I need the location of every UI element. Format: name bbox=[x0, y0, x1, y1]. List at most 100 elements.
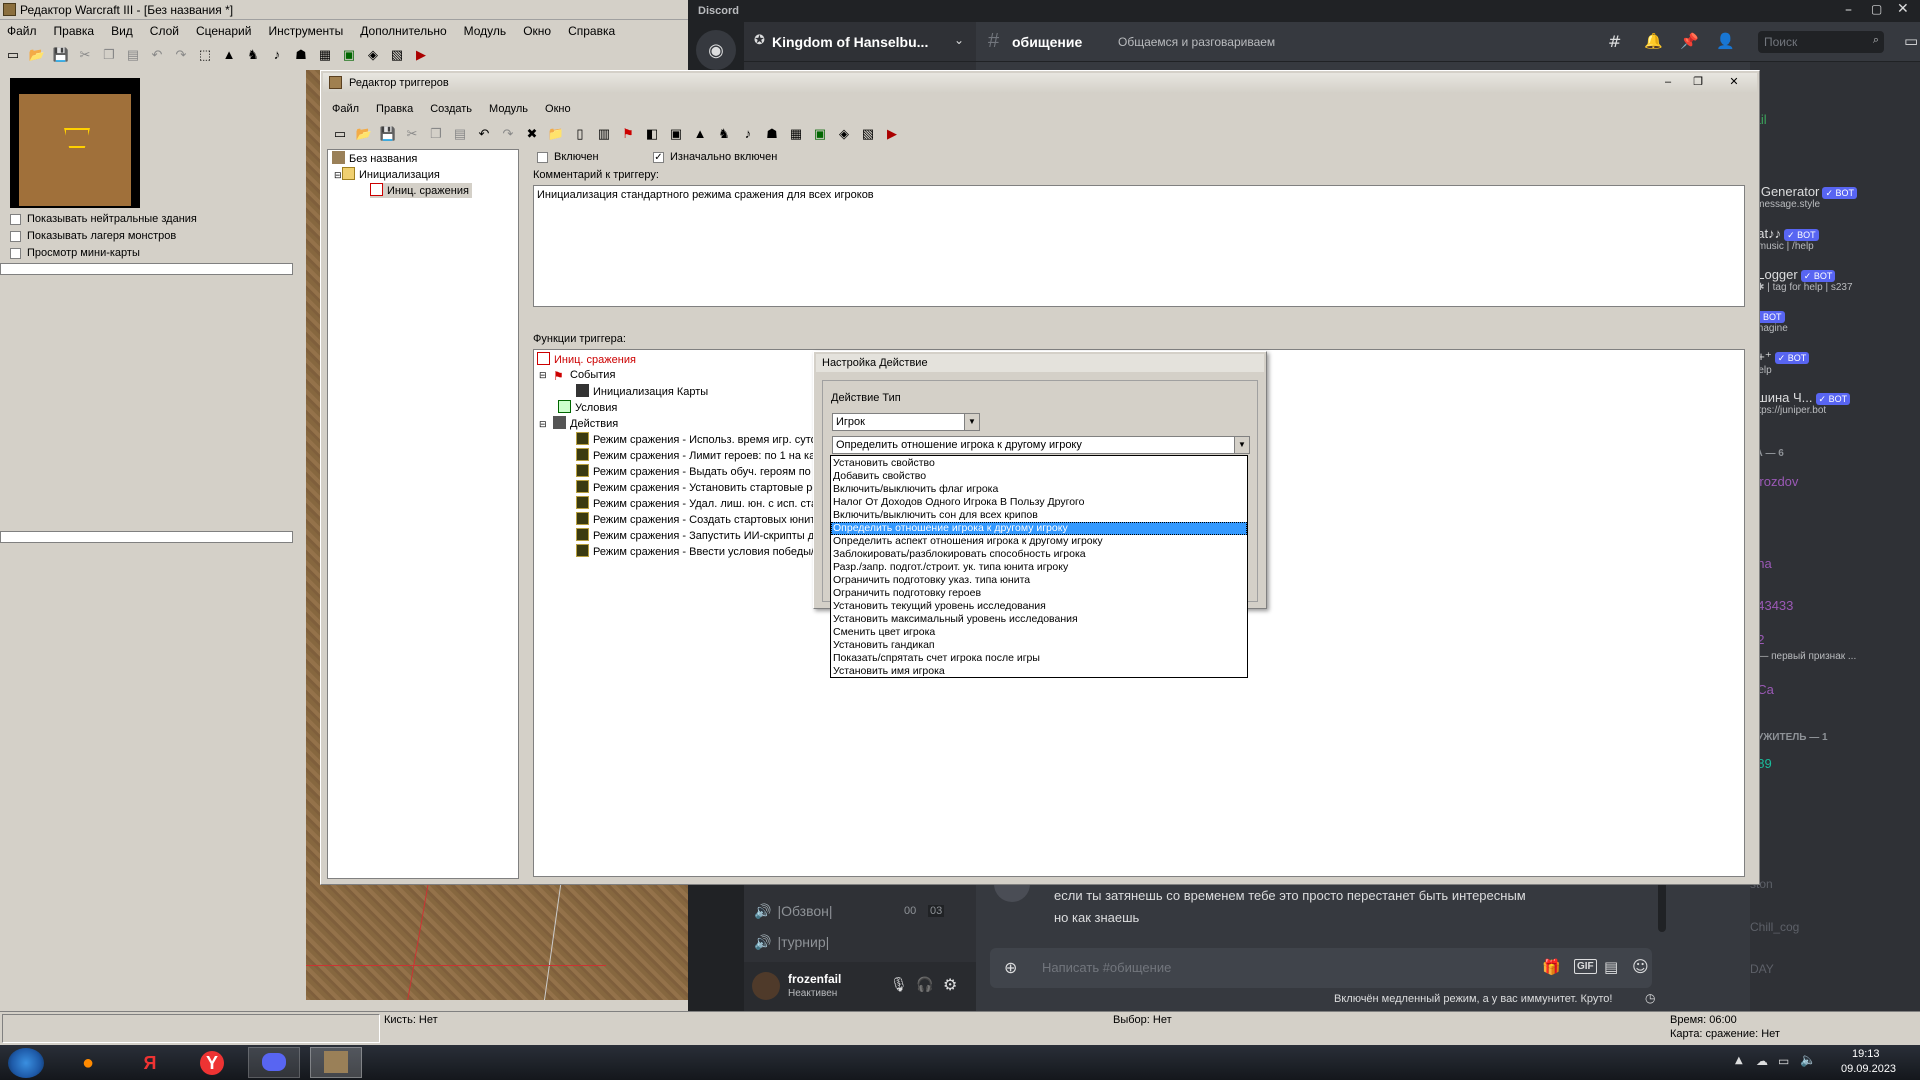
func-trigger-name[interactable]: Иниц. сражения bbox=[537, 352, 636, 367]
new-category-icon[interactable]: 📁 bbox=[545, 123, 567, 145]
discord-taskbar-icon[interactable] bbox=[248, 1047, 300, 1078]
action-dropdown-list[interactable]: Установить свойство Добавить свойство Вклю… bbox=[830, 455, 1248, 678]
dropdown-option[interactable]: Разр./запр. подгот./строит. ук. типа юни… bbox=[831, 561, 1247, 574]
member-item[interactable]: Chill_cog bbox=[1750, 920, 1920, 934]
terrain-icon[interactable]: ▲ bbox=[689, 123, 711, 145]
dropdown-option[interactable]: Определить аспект отношения игрока к дру… bbox=[831, 535, 1247, 548]
start-button[interactable] bbox=[8, 1048, 44, 1078]
new-icon[interactable]: ▭ bbox=[329, 123, 351, 145]
members-icon[interactable]: 👤 bbox=[1716, 32, 1735, 50]
func-conditions[interactable]: Условия bbox=[558, 400, 617, 415]
wc-menu-scenario[interactable]: Сценарий bbox=[196, 24, 251, 38]
voice-channel[interactable]: 🔊 |турнир| bbox=[754, 934, 964, 958]
category-select[interactable]: Игрок ▼ bbox=[832, 413, 980, 431]
dropdown-option[interactable]: Заблокировать/разблокировать способность… bbox=[831, 548, 1247, 561]
trigger-icon[interactable]: ▧ bbox=[386, 44, 408, 66]
sound-icon[interactable]: ♪ bbox=[737, 123, 759, 145]
redo-icon[interactable]: ↷ bbox=[497, 123, 519, 145]
wc-menu-layer[interactable]: Слой bbox=[150, 24, 179, 38]
object-icon[interactable]: ▦ bbox=[314, 44, 336, 66]
member-item[interactable]: 189 bbox=[1750, 756, 1920, 771]
headphones-icon[interactable]: 🎧 bbox=[916, 977, 933, 993]
dropdown-option[interactable]: Сменить цвет игрока bbox=[831, 626, 1247, 639]
tray-network-icon[interactable]: ▭ bbox=[1778, 1054, 1789, 1068]
wc-menu-file[interactable]: Файл bbox=[7, 24, 37, 38]
unit-icon[interactable]: ♞ bbox=[713, 123, 735, 145]
dropdown-option[interactable]: Налог От Доходов Одного Игрока В Пользу … bbox=[831, 496, 1247, 509]
campaign-icon[interactable]: ◈ bbox=[362, 44, 384, 66]
close-button[interactable]: ✕ bbox=[1723, 75, 1745, 91]
import-icon[interactable]: ▣ bbox=[809, 123, 831, 145]
wc-menu-window[interactable]: Окно bbox=[523, 24, 551, 38]
member-item[interactable]: d Generator ✓ BOT r message.style bbox=[1750, 184, 1920, 210]
trigger-icon[interactable]: ▧ bbox=[857, 123, 879, 145]
emoji-icon[interactable]: ☺ bbox=[1632, 957, 1649, 976]
member-item[interactable]: aha bbox=[1750, 556, 1920, 571]
restore-button[interactable]: ❐ bbox=[1687, 75, 1709, 91]
wc-menu-tools[interactable]: Инструменты bbox=[268, 24, 343, 38]
minimap[interactable] bbox=[10, 78, 140, 208]
menu-new[interactable]: Создать bbox=[430, 103, 472, 115]
chevron-down-icon[interactable]: ▼ bbox=[1234, 437, 1249, 453]
cut-icon[interactable]: ✂ bbox=[74, 44, 96, 66]
wc-menu-edit[interactable]: Правка bbox=[54, 24, 95, 38]
mic-icon[interactable]: 🎙 bbox=[890, 977, 908, 993]
test-map-icon[interactable]: ▶ bbox=[410, 44, 432, 66]
delete-icon[interactable]: ✖ bbox=[521, 123, 543, 145]
server-header[interactable]: ✪ Kingdom of Hanselbu... ⌄ bbox=[744, 22, 976, 62]
chevron-down-icon[interactable]: ▼ bbox=[964, 414, 979, 430]
tree-folder[interactable]: ⊟ Инициализация bbox=[334, 167, 440, 182]
member-item[interactable]: fail bbox=[1750, 112, 1920, 127]
unit-icon[interactable]: ♞ bbox=[242, 44, 264, 66]
inbox-icon[interactable]: ▭ bbox=[1904, 32, 1918, 50]
firefox-icon[interactable]: ● bbox=[62, 1050, 114, 1076]
trigger-tree[interactable]: Без названия ⊟ Инициализация Иниц. сражен… bbox=[327, 149, 519, 879]
member-item[interactable]: йшина Ч... ✓ BOT https://juniper.bot bbox=[1750, 390, 1920, 416]
dropdown-option[interactable]: Ограничить подготовку указ. типа юнита bbox=[831, 574, 1247, 587]
initially-on-checkbox[interactable]: ✓ Изначально включен bbox=[653, 151, 777, 163]
sound-icon[interactable]: ♪ bbox=[266, 44, 288, 66]
dropdown-option[interactable]: Ограничить подготовку героев bbox=[831, 587, 1247, 600]
show-neutral-checkbox[interactable]: Показывать нейтральные здания bbox=[10, 211, 197, 228]
new-condition-icon[interactable]: ◧ bbox=[641, 123, 663, 145]
pin-icon[interactable]: 📌 bbox=[1680, 32, 1699, 50]
wc-menu-view[interactable]: Вид bbox=[111, 24, 133, 38]
new-icon[interactable]: ▭ bbox=[2, 44, 24, 66]
action-item[interactable]: Режим сражения - Создать стартовых юнито… bbox=[576, 512, 827, 527]
enabled-checkbox[interactable]: Включен bbox=[537, 151, 599, 163]
ai-icon[interactable]: ☗ bbox=[761, 123, 783, 145]
dropdown-option[interactable]: Установить текущий уровень исследования bbox=[831, 600, 1247, 613]
dropdown-option[interactable]: Добавить свойство bbox=[831, 470, 1247, 483]
tree-root[interactable]: Без названия bbox=[332, 151, 417, 166]
func-events[interactable]: ⊟ ⚑ События bbox=[539, 368, 615, 383]
member-item[interactable]: _Logger ✓ BOT r ✱ | tag for help | s237 bbox=[1750, 267, 1920, 293]
new-trigger-icon[interactable]: ▯ bbox=[569, 123, 591, 145]
tray-arrow-icon[interactable]: ▲ bbox=[1735, 1055, 1743, 1066]
test-map-icon[interactable]: ▶ bbox=[881, 123, 903, 145]
member-item[interactable]: ston bbox=[1750, 877, 1920, 891]
func-event-item[interactable]: Инициализация Карты bbox=[576, 384, 708, 399]
tray-cloud-icon[interactable]: ☁ bbox=[1756, 1054, 1768, 1068]
wc-menu-advanced[interactable]: Дополнительно bbox=[360, 24, 446, 38]
func-actions[interactable]: ⊟ Действия bbox=[539, 416, 618, 431]
close-icon[interactable]: ✕ bbox=[1897, 1, 1909, 17]
object-icon[interactable]: ▦ bbox=[785, 123, 807, 145]
comment-textarea[interactable]: Инициализация стандартного режима сражен… bbox=[533, 185, 1745, 307]
warcraft-editor-taskbar-icon[interactable] bbox=[310, 1047, 362, 1078]
paste-icon[interactable]: ▤ bbox=[449, 123, 471, 145]
paste-icon[interactable]: ▤ bbox=[122, 44, 144, 66]
cut-icon[interactable]: ✂ bbox=[401, 123, 423, 145]
discord-home-icon[interactable]: ◉ bbox=[696, 30, 736, 70]
member-item[interactable]: 443433 bbox=[1750, 598, 1920, 613]
new-action-icon[interactable]: ▣ bbox=[665, 123, 687, 145]
avatar[interactable] bbox=[752, 972, 780, 1000]
action-select[interactable]: Определить отношение игрока к другому иг… bbox=[832, 436, 1250, 454]
dropdown-option[interactable]: Установить гандикап bbox=[831, 639, 1247, 652]
menu-module[interactable]: Модуль bbox=[489, 103, 528, 115]
bell-icon[interactable]: 🔔 bbox=[1644, 32, 1663, 50]
minimize-button[interactable]: – bbox=[1657, 75, 1679, 91]
terrain-icon[interactable]: ▲ bbox=[218, 44, 240, 66]
member-item[interactable]: 82 bbox=[1750, 632, 1920, 647]
dropdown-option[interactable]: Установить свойство bbox=[831, 457, 1247, 470]
maximize-icon[interactable]: ▢ bbox=[1871, 2, 1882, 16]
